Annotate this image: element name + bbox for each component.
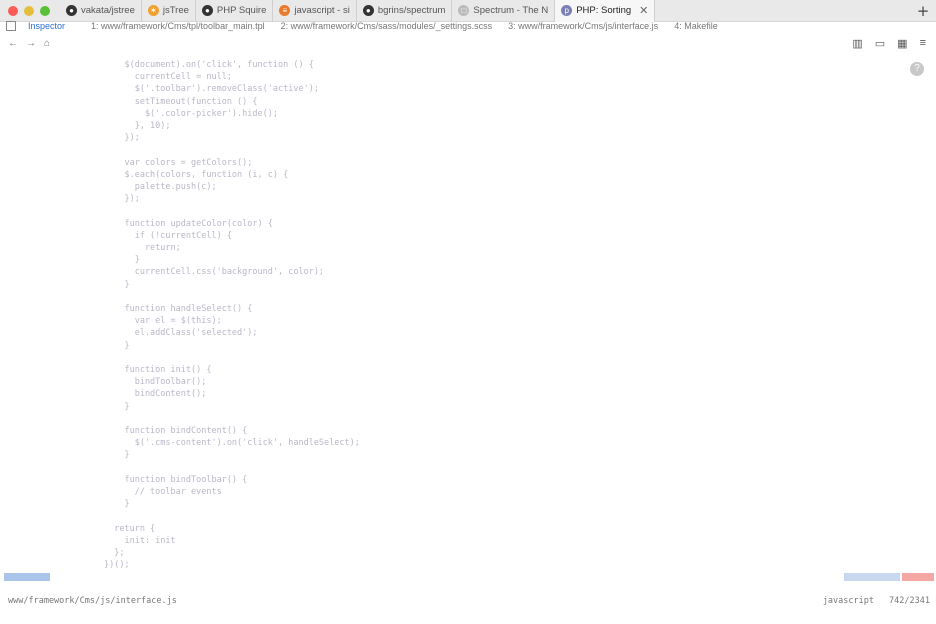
code-line: $(document).on('click', function () { [104,60,314,70]
code-line: $('.toolbar').removeClass('active'); [104,84,319,95]
code-line: function updateColor(color) { [104,218,273,229]
tmux-window-indicator [844,573,900,581]
tab-label: javascript - si [294,5,350,16]
code-line: el.addClass('selected'); [104,328,258,339]
tab-label: bgrins/spectrum [377,5,446,16]
close-tab-icon[interactable]: ✕ [639,4,648,17]
navigation-bar: ← → ⌂ ▥ ▭ ▦ ≡ [0,34,936,52]
editor-buffer-tab[interactable]: 4: Makefile [674,21,718,31]
code-line: init: init [104,535,176,546]
code-line: setTimeout(function () { [104,96,258,107]
statusline-position: 742/2341 [889,596,930,606]
code-line: palette.push(c); [104,182,217,192]
editor-buffer-tab[interactable]: 2: www/framework/Cms/sass/modules/_setti… [281,21,493,31]
grid-icon[interactable]: ▦ [897,37,907,50]
tab-label: PHP: Sorting [576,5,632,16]
code-line: function bindContent() { [104,426,248,436]
code-line: bindContent(); [104,389,207,400]
code-line: } [104,401,130,412]
star-icon: ✶ [147,5,159,16]
code-line: } [104,255,140,266]
code-line: }); [104,194,140,205]
window-controls [0,5,60,16]
inspector-row: Inspector 1: www/framework/Cms/tpl/toolb… [0,18,936,34]
tmux-session-indicator [4,573,50,581]
code-line: function init() { [104,365,212,375]
github-icon: ● [66,5,77,16]
code-line: function handleSelect() { [104,304,253,314]
toolbar-right: ▥ ▭ ▦ ≡ [852,37,936,50]
code-line: if (!currentCell) { [104,230,232,241]
editor-statusline: www/framework/Cms/js/interface.js javasc… [0,596,936,610]
code-editor[interactable]: ? $(document).on('click', function () { … [0,54,936,571]
github-icon: ● [362,5,374,16]
code-line: // toolbar events [104,487,222,497]
editor-buffer-tab[interactable]: 3: www/framework/Cms/js/interface.js [508,21,658,31]
close-window-button[interactable] [8,5,18,16]
code-line: })(); [104,560,130,571]
sidebar-icon[interactable]: ▭ [875,37,885,50]
code-line: currentCell.css('background', color); [104,267,325,278]
code-line: }; [104,548,125,558]
code-line: bindToolbar(); [104,377,207,388]
code-line: } [104,499,130,510]
statusline-file-path: www/framework/Cms/js/interface.js [8,596,177,606]
code-line: } [104,450,130,461]
pick-element-icon[interactable] [6,21,16,31]
tab-inspector[interactable]: Inspector [28,21,75,31]
code-line: currentCell = null; [104,72,232,83]
tab-label: jsTree [162,5,189,16]
code-line: var el = $(this); [104,316,222,327]
code-line: } [104,279,130,290]
back-button[interactable]: ← [8,38,18,49]
code-line: var colors = getColors(); [104,157,253,168]
code-line: $.each(colors, function (i, c) { [104,169,289,180]
help-icon[interactable]: ? [910,62,924,76]
so-icon: ≡ [279,5,291,16]
code-line: function bindToolbar() { [104,474,248,485]
github-icon: ● [201,5,213,16]
zoom-window-button[interactable] [40,5,50,16]
page-icon: □ [458,5,470,16]
tab-label: vakata/jstree [81,5,135,16]
tmux-status-bar [0,573,936,583]
code-line: }, 10); [104,121,171,131]
code-line: }); [104,133,140,144]
tab-label: PHP Squire [216,5,267,16]
statusline-language: javascript [822,596,874,606]
code-line: $('.color-picker').hide(); [104,108,278,119]
tab-label: Spectrum - The N [473,5,549,16]
code-line: return { [104,523,156,534]
library-icon[interactable]: ▥ [852,37,862,50]
editor-buffer-tab[interactable]: 1: www/framework/Cms/tpl/toolbar_main.tp… [91,21,265,31]
minimize-window-button[interactable] [24,5,34,16]
code-line: } [104,340,130,351]
forward-button[interactable]: → [26,38,36,49]
php-icon: p [561,5,573,16]
code-line: return; [104,243,181,253]
code-line: $('.cms-content').on('click', handleSele… [104,438,360,449]
home-button[interactable]: ⌂ [44,38,50,49]
tmux-alert-indicator [902,573,934,581]
menu-icon[interactable]: ≡ [920,37,926,50]
